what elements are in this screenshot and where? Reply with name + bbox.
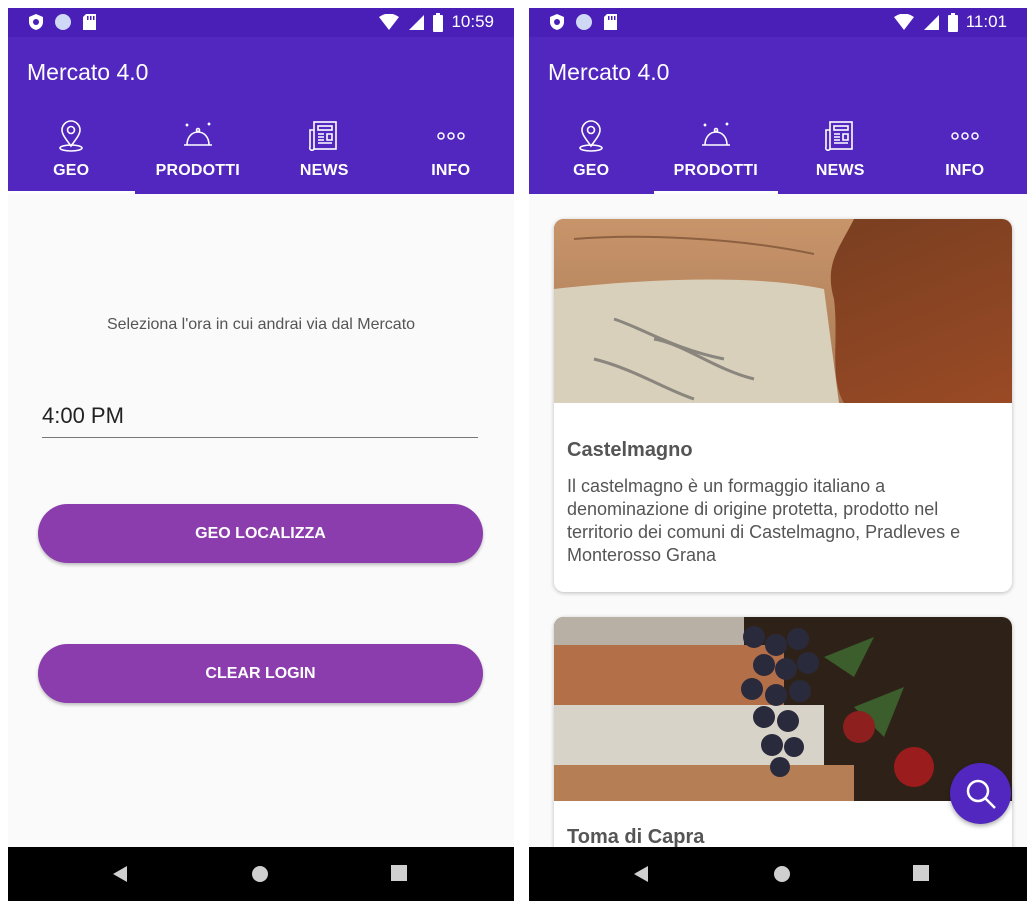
home-icon[interactable] <box>773 865 791 883</box>
newspaper-icon <box>309 121 338 152</box>
shield-icon <box>29 14 43 30</box>
back-icon[interactable] <box>112 865 128 883</box>
tab-info[interactable]: INFO <box>903 112 1027 194</box>
newspaper-icon <box>825 121 854 152</box>
cloche-icon <box>183 122 212 146</box>
geo-localizza-button[interactable]: GEO LOCALIZZA <box>38 504 483 563</box>
signal-icon <box>923 14 939 30</box>
recents-icon[interactable] <box>391 865 407 881</box>
tab-label: GEO <box>53 162 90 179</box>
prodotti-screen: 11:01 Mercato 4.0 GEO PRODOTTI NEWS INFO <box>529 8 1027 901</box>
status-bar: 11:01 <box>529 8 1027 37</box>
tab-label: GEO <box>573 162 610 179</box>
clock: 10:59 <box>451 12 494 31</box>
circle-icon <box>576 14 592 30</box>
tab-label: NEWS <box>815 162 865 179</box>
shield-icon <box>550 14 564 30</box>
map-pin-icon <box>59 120 84 152</box>
clock: 11:01 <box>965 12 1007 31</box>
more-dots-icon <box>437 132 465 140</box>
product-title: Toma di Capra <box>567 826 705 848</box>
home-icon[interactable] <box>251 865 269 883</box>
sd-card-icon <box>83 14 96 30</box>
battery-icon <box>433 12 444 32</box>
map-pin-icon <box>579 120 604 152</box>
sd-card-icon <box>604 14 617 30</box>
navigation-bar <box>8 847 514 901</box>
recents-icon[interactable] <box>913 865 929 881</box>
tab-info[interactable]: INFO <box>388 112 515 194</box>
tab-bar: GEO PRODOTTI NEWS INFO <box>529 112 1027 194</box>
app-bar: Mercato 4.0 GEO PRODOTTI NEWS INFO <box>529 37 1027 194</box>
status-bar: 10:59 <box>8 8 514 37</box>
tab-label: NEWS <box>299 162 349 179</box>
geo-screen: 10:59 Mercato 4.0 GEO PRODOTTI NEWS INFO… <box>8 8 514 901</box>
cheese-grapes-photo <box>554 617 1012 801</box>
product-card[interactable]: Castelmagno Il castelmagno è un formaggi… <box>554 219 1012 592</box>
time-picker-field[interactable]: 4:00 PM <box>42 403 478 438</box>
tab-news[interactable]: NEWS <box>261 112 388 194</box>
app-title: Mercato 4.0 <box>548 59 670 85</box>
navigation-bar <box>529 847 1027 901</box>
product-description: Il castelmagno è un formaggio italiano a… <box>567 476 961 565</box>
time-prompt: Seleziona l'ora in cui andrai via dal Me… <box>106 316 416 333</box>
signal-icon <box>409 14 425 30</box>
product-title: Castelmagno <box>567 439 693 461</box>
tab-label: PRODOTTI <box>155 162 240 179</box>
cloche-icon <box>701 122 730 146</box>
tab-bar: GEO PRODOTTI NEWS INFO <box>8 112 514 194</box>
battery-icon <box>947 12 958 32</box>
tab-label: INFO <box>431 162 471 179</box>
wifi-icon <box>893 13 914 30</box>
search-icon <box>966 779 996 809</box>
tab-geo[interactable]: GEO <box>8 112 135 194</box>
tab-label: INFO <box>945 162 985 179</box>
tab-news[interactable]: NEWS <box>778 112 903 194</box>
app-bar: Mercato 4.0 GEO PRODOTTI NEWS INFO <box>8 37 514 194</box>
more-dots-icon <box>951 132 979 140</box>
back-icon[interactable] <box>633 865 649 883</box>
clear-login-button[interactable]: CLEAR LOGIN <box>38 644 483 703</box>
tab-label: PRODOTTI <box>673 162 758 179</box>
circle-icon <box>55 14 71 30</box>
cheese-photo <box>554 219 1012 403</box>
tab-geo[interactable]: GEO <box>529 112 654 194</box>
tab-prodotti[interactable]: PRODOTTI <box>135 112 262 194</box>
search-fab[interactable] <box>950 763 1011 824</box>
app-title: Mercato 4.0 <box>27 59 149 85</box>
wifi-icon <box>379 13 400 30</box>
tab-prodotti[interactable]: PRODOTTI <box>653 112 779 194</box>
